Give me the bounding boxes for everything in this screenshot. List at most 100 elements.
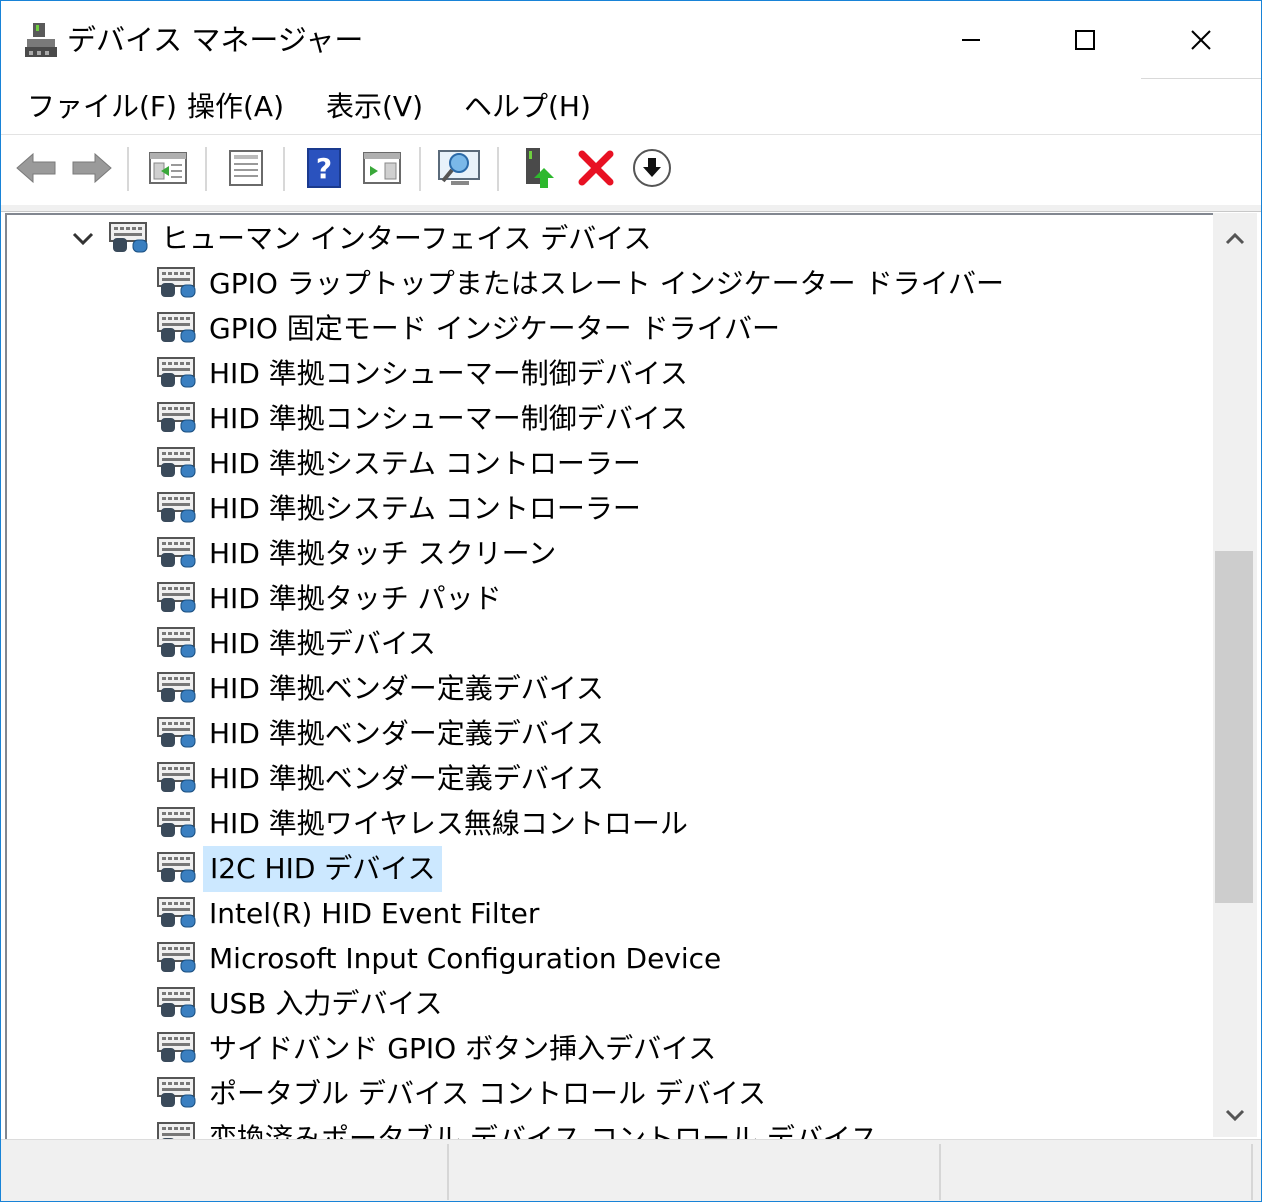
update-driver-icon (526, 148, 554, 188)
toolbar-separator (127, 147, 130, 191)
toolbar-separator (205, 147, 208, 191)
menu-view[interactable]: 表示(V) (324, 87, 425, 127)
hid-keyboard-mouse-icon (157, 625, 199, 663)
device-item[interactable]: HID 準拠システム コントローラー (157, 487, 647, 531)
device-label: HID 準拠ワイヤレス無線コントロール (209, 807, 688, 840)
back-arrow-icon (16, 152, 56, 184)
device-item[interactable]: Intel(R) HID Event Filter (157, 892, 545, 936)
device-item[interactable]: HID 準拠デバイス (157, 622, 442, 666)
category-label: ヒューマン インターフェイス デバイス (161, 222, 652, 255)
hid-keyboard-mouse-icon (157, 850, 199, 888)
device-item[interactable]: USB 入力デバイス (157, 982, 449, 1026)
hid-keyboard-mouse-icon (157, 580, 199, 618)
scan-hardware-changes-icon (438, 150, 480, 185)
forward-arrow-icon (72, 152, 112, 184)
menu-action[interactable]: 操作(A) (185, 87, 286, 127)
device-item[interactable]: HID 準拠タッチ パッド (157, 577, 508, 621)
back-button[interactable] (13, 145, 59, 191)
scroll-thumb[interactable] (1215, 551, 1253, 903)
hid-category-icon (109, 220, 151, 258)
device-item[interactable]: Microsoft Input Configuration Device (157, 937, 727, 981)
scan-hardware-button[interactable] (437, 145, 483, 191)
device-label: サイドバンド GPIO ボタン挿入デバイス (209, 1032, 717, 1065)
maximize-button[interactable] (1027, 1, 1143, 79)
device-item[interactable]: GPIO ラップトップまたはスレート インジケーター ドライバー (157, 262, 1010, 306)
device-label: HID 準拠システム コントローラー (209, 447, 641, 480)
device-label: GPIO 固定モード インジケーター ドライバー (209, 312, 781, 345)
properties-button[interactable] (223, 145, 269, 191)
status-bar (1, 1139, 1261, 1201)
device-label: USB 入力デバイス (209, 987, 443, 1020)
device-label: HID 準拠タッチ パッド (209, 582, 502, 615)
menu-separator (1, 134, 1261, 135)
hid-keyboard-mouse-icon (157, 400, 199, 438)
red-x-icon (578, 150, 614, 186)
status-pane-2 (449, 1144, 941, 1200)
hid-keyboard-mouse-icon (157, 985, 199, 1023)
device-item[interactable]: 変換済みポータブル デバイス コントロール デバイス (157, 1117, 884, 1139)
device-item-selected[interactable]: I2C HID デバイス (157, 846, 443, 892)
vertical-scrollbar[interactable] (1213, 213, 1257, 1137)
menu-bar: ファイル(F) 操作(A) 表示(V) ヘルプ(H) (1, 81, 1261, 133)
device-item[interactable]: HID 準拠コンシューマー制御デバイス (157, 397, 694, 441)
hid-keyboard-mouse-icon (157, 760, 199, 798)
title-bar[interactable]: デバイス マネージャー (1, 1, 1261, 79)
device-item[interactable]: GPIO 固定モード インジケーター ドライバー (157, 307, 786, 351)
device-tree[interactable]: ヒューマン インターフェイス デバイス GPIO ラップトップまたはスレート イ… (5, 213, 1215, 1139)
uninstall-device-button[interactable] (573, 145, 619, 191)
hid-keyboard-mouse-icon (157, 715, 199, 753)
down-arrow-circle-icon (633, 149, 671, 187)
device-label: ポータブル デバイス コントロール デバイス (209, 1077, 767, 1110)
hid-keyboard-mouse-icon (157, 895, 199, 933)
update-driver-button[interactable] (515, 145, 561, 191)
show-hide-console-tree-button[interactable] (145, 145, 191, 191)
status-pane-3 (941, 1144, 1253, 1200)
scroll-up-button[interactable] (1213, 217, 1257, 261)
hid-keyboard-mouse-icon (157, 490, 199, 528)
help-button[interactable]: ? (301, 145, 347, 191)
console-tree-icon (149, 152, 187, 184)
device-label: Intel(R) HID Event Filter (209, 897, 540, 930)
device-label: HID 準拠ベンダー定義デバイス (209, 672, 604, 705)
hid-keyboard-mouse-icon (157, 670, 199, 708)
device-item[interactable]: ポータブル デバイス コントロール デバイス (157, 1072, 772, 1116)
device-manager-window: デバイス マネージャー ファイル(F) 操作(A) 表示(V) ヘルプ(H) ?… (0, 0, 1262, 1202)
hid-keyboard-mouse-icon (157, 355, 199, 393)
menu-help[interactable]: ヘルプ(H) (462, 87, 593, 127)
device-label: HID 準拠ベンダー定義デバイス (209, 717, 604, 750)
chevron-down-icon[interactable] (69, 217, 97, 261)
menu-file[interactable]: ファイル(F) (25, 87, 179, 127)
close-button[interactable] (1143, 1, 1259, 79)
chevron-up-icon (1225, 233, 1245, 245)
device-manager-icon (23, 21, 59, 59)
scroll-down-button[interactable] (1213, 1093, 1257, 1137)
chevron-down-icon (1225, 1109, 1245, 1121)
help-icon: ? (307, 148, 341, 188)
toolbar: ? (1, 137, 1261, 203)
hid-keyboard-mouse-icon (157, 445, 199, 483)
tree-category-hid[interactable]: ヒューマン インターフェイス デバイス (69, 217, 657, 261)
svg-text:?: ? (316, 152, 332, 185)
device-item[interactable]: HID 準拠システム コントローラー (157, 442, 647, 486)
status-pane-1 (1, 1144, 449, 1200)
disable-device-button[interactable] (629, 145, 675, 191)
minimize-button[interactable] (913, 1, 1029, 79)
forward-button[interactable] (69, 145, 115, 191)
title-divider (1141, 78, 1261, 79)
device-item[interactable]: HID 準拠コンシューマー制御デバイス (157, 352, 694, 396)
action-pane-button[interactable] (359, 145, 405, 191)
device-item[interactable]: HID 準拠ワイヤレス無線コントロール (157, 802, 694, 846)
toolbar-separator (497, 147, 500, 191)
device-item[interactable]: HID 準拠タッチ スクリーン (157, 532, 562, 576)
device-item[interactable]: HID 準拠ベンダー定義デバイス (157, 757, 610, 801)
toolbar-separator (283, 147, 286, 191)
toolbar-separator (419, 147, 422, 191)
window-title: デバイス マネージャー (67, 23, 364, 57)
device-item[interactable]: サイドバンド GPIO ボタン挿入デバイス (157, 1027, 722, 1071)
toolbar-divider (1, 205, 1261, 212)
device-label: HID 準拠コンシューマー制御デバイス (209, 402, 688, 435)
device-item[interactable]: HID 準拠ベンダー定義デバイス (157, 712, 610, 756)
hid-keyboard-mouse-icon (157, 535, 199, 573)
device-label: HID 準拠タッチ スクリーン (209, 537, 557, 570)
device-item[interactable]: HID 準拠ベンダー定義デバイス (157, 667, 610, 711)
